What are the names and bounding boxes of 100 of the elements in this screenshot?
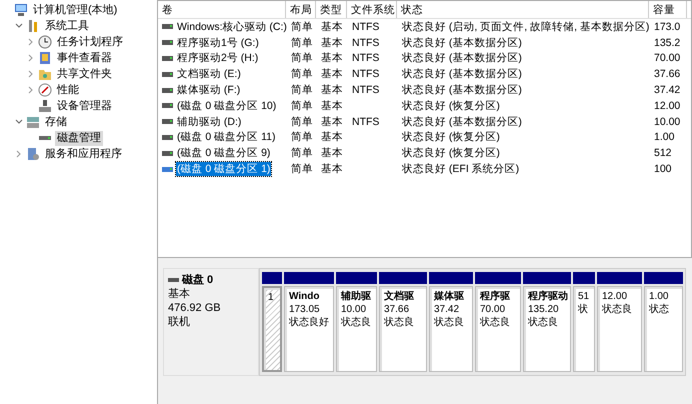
- tree-item[interactable]: 计算机管理(本地): [31, 2, 120, 18]
- partition-status: 状态良: [601, 303, 633, 316]
- drive-icon: [162, 102, 173, 110]
- table-cell: NTFS: [351, 114, 380, 129]
- partition-bar: [573, 272, 595, 284]
- partition-size: 135.20: [527, 303, 560, 316]
- table-cell: 状态良好 (基本数据分区): [401, 36, 523, 50]
- volume-name[interactable]: (磁盘 0 磁盘分区 9): [176, 146, 272, 160]
- table-cell: 基本: [320, 20, 344, 34]
- partition-block[interactable]: 程序驱动 135.20 状态良: [523, 286, 571, 372]
- volume-name[interactable]: 媒体驱动 (F:): [176, 83, 242, 98]
- table-cell: 基本: [320, 130, 344, 144]
- drive-icon: [162, 86, 173, 94]
- table-cell: 100: [653, 162, 673, 176]
- column-header[interactable]: 类型: [316, 1, 347, 18]
- tree-item[interactable]: 服务和应用程序: [43, 146, 124, 162]
- volume-name[interactable]: (磁盘 0 磁盘分区 10): [176, 98, 278, 113]
- column-header[interactable]: 卷: [158, 1, 286, 18]
- partition-status: 状: [577, 303, 589, 316]
- tools-icon: [26, 19, 40, 33]
- table-cell: 70.00: [653, 51, 682, 66]
- drive-icon: [162, 70, 173, 78]
- column-header[interactable]: 状态: [397, 1, 649, 18]
- table-cell: 简单: [290, 36, 314, 50]
- table-cell: NTFS: [351, 20, 380, 34]
- drive-icon: [162, 118, 173, 126]
- table-cell: 37.66: [653, 67, 682, 82]
- table-cell: 1.00: [653, 130, 676, 144]
- table-cell: 基本: [320, 51, 344, 66]
- drive-icon: [162, 166, 173, 173]
- partition-block[interactable]: 1.00 状态: [644, 286, 683, 372]
- column-header[interactable]: 文件系统: [347, 1, 397, 18]
- partition-size: 173.05: [288, 303, 321, 316]
- table-cell: 基本: [320, 98, 344, 113]
- partition-size: 37.66: [383, 303, 410, 316]
- volume-name[interactable]: (磁盘 0 磁盘分区 11): [176, 130, 276, 144]
- drive-icon: [162, 23, 173, 30]
- volume-name[interactable]: 程序驱动2号 (H:): [176, 51, 260, 66]
- partition-size: 12.00: [601, 290, 628, 303]
- table-cell: 状态良好 (恢复分区): [401, 98, 501, 113]
- partition-status: 状态良: [433, 316, 465, 329]
- tree-item[interactable]: 性能: [55, 82, 81, 98]
- drive-icon: [168, 276, 179, 284]
- table-cell: 状态良好 (基本数据分区): [401, 67, 523, 82]
- partition-status: 状态: [648, 303, 670, 316]
- partition-block[interactable]: 辅助驱 10.00 状态良: [336, 286, 377, 372]
- partition-name: 媒体驱: [432, 290, 465, 303]
- disk-status: 联机: [168, 315, 191, 329]
- partition-name: 文档驱: [383, 290, 415, 303]
- partition-name: 程序驱: [478, 290, 511, 303]
- table-cell: 简单: [290, 98, 314, 113]
- volume-name[interactable]: Windows:核心驱动 (C:): [176, 20, 288, 34]
- partition-block[interactable]: 媒体驱 37.42 状态良: [429, 286, 473, 372]
- table-cell: 简单: [290, 51, 314, 66]
- table-cell: 基本: [320, 146, 344, 160]
- partition-block[interactable]: 程序驱 70.00 状态良: [475, 286, 521, 372]
- table-cell: 10.00: [653, 114, 682, 129]
- partition-size: 1.00: [648, 290, 670, 303]
- tree-item[interactable]: 设备管理器: [55, 98, 114, 114]
- volume-name[interactable]: 程序驱动1号 (G:): [176, 36, 260, 50]
- tree-item[interactable]: 系统工具: [43, 18, 91, 34]
- partition-block[interactable]: 51 状: [573, 286, 595, 372]
- table-cell: 简单: [290, 67, 314, 82]
- drive-icon: [162, 54, 173, 62]
- tree-item[interactable]: 存储: [43, 114, 69, 130]
- table-cell: 状态良好 (基本数据分区): [401, 114, 523, 129]
- clock-icon: [38, 35, 52, 49]
- table-cell: 基本: [320, 114, 344, 129]
- partition-block[interactable]: 1: [262, 286, 282, 372]
- partition-bar: [429, 272, 473, 284]
- partition-block[interactable]: 12.00 状态良: [597, 286, 642, 372]
- tree-item[interactable]: 磁盘管理: [55, 130, 103, 146]
- tree-item[interactable]: 任务计划程序: [55, 34, 125, 50]
- table-cell: 状态良好 (恢复分区): [401, 146, 501, 160]
- disk-size: 476.92 GB: [168, 301, 222, 315]
- storage-icon: [26, 115, 40, 129]
- partition-status: 状态良: [527, 316, 559, 329]
- table-cell: 简单: [290, 83, 314, 98]
- volume-name[interactable]: 文档驱动 (E:): [176, 67, 242, 82]
- table-cell: 37.42: [653, 83, 682, 98]
- table-cell: 状态良好 (启动, 页面文件, 故障转储, 基本数据分区): [401, 20, 650, 34]
- tree-item[interactable]: 共享文件夹: [55, 66, 114, 82]
- partition-size: 37.42: [433, 303, 460, 316]
- partition-size: 1: [267, 291, 275, 304]
- partition-bar: [475, 272, 521, 284]
- partition-block[interactable]: Windo 173.05 状态良好: [284, 286, 334, 372]
- tree-item[interactable]: 事件查看器: [55, 50, 114, 66]
- table-cell: 状态良好 (恢复分区): [401, 130, 501, 144]
- column-header[interactable]: 布局: [286, 1, 316, 18]
- partition-block[interactable]: 文档驱 37.66 状态良: [379, 286, 427, 372]
- table-cell: 基本: [320, 67, 344, 82]
- table-cell: 状态良好 (基本数据分区): [401, 51, 523, 66]
- volume-name[interactable]: (磁盘 0 磁盘分区 1): [176, 162, 272, 176]
- table-cell: 基本: [320, 36, 344, 50]
- partition-status: 状态良: [383, 316, 415, 329]
- column-header[interactable]: 容量: [649, 1, 687, 18]
- volume-name[interactable]: 辅助驱动 (D:): [176, 114, 242, 129]
- table-cell: 简单: [290, 162, 314, 176]
- partition-size: 10.00: [340, 303, 368, 316]
- table-cell: 12.00: [653, 98, 682, 113]
